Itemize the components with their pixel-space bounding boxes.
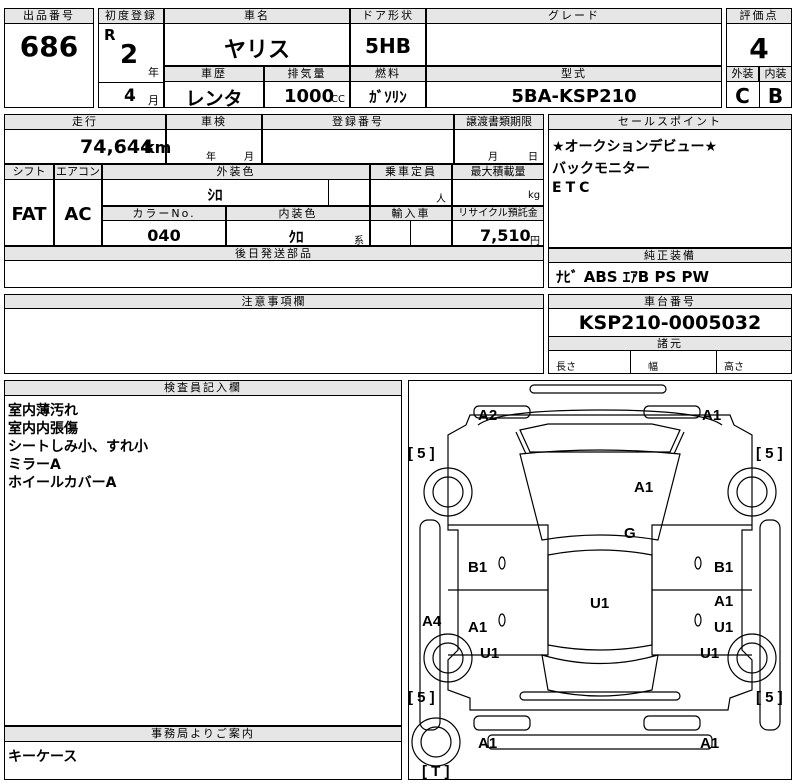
fuel-value: ｶﾞｿﾘﾝ xyxy=(369,88,407,106)
mark-a1-bottom-left: A1 xyxy=(478,735,497,752)
int-label: 内装 xyxy=(759,66,792,82)
spec-height: 高さ xyxy=(724,362,744,373)
mark-u1-center: U1 xyxy=(590,595,609,612)
later-parts-label: 後日発送部品 xyxy=(4,246,544,261)
era: R xyxy=(104,26,116,44)
ext-grade: C xyxy=(735,84,750,108)
mark-u1-right-door: U1 xyxy=(714,619,733,636)
inspector-label: 検査員記入欄 xyxy=(4,380,402,396)
recycle-label: リサイクル預託金 xyxy=(452,206,544,221)
mileage-label: 走行 xyxy=(4,114,166,130)
reg-year: 2 xyxy=(120,40,139,70)
spec-label: 諸元 xyxy=(548,336,792,351)
office-label: 事務局よりご案内 xyxy=(4,726,402,742)
mark-a1-right-door: A1 xyxy=(714,593,733,610)
door-label: ドア形状 xyxy=(350,8,426,24)
interior-color-label: 内装色 xyxy=(226,206,370,221)
mark-a1-front-right: A1 xyxy=(702,407,721,424)
capacity-label: 乗車定員 xyxy=(370,164,452,180)
car-diagram: A2 A1 [ 5 ] [ 5 ] A1 G B1 B1 U1 A1 A1 U1… xyxy=(408,384,783,780)
mark-a4: A4 xyxy=(422,613,442,630)
door-type: 5HB xyxy=(365,34,411,58)
mark-b1-left: B1 xyxy=(468,559,487,576)
load-unit: kg xyxy=(528,190,541,201)
spec-width: 幅 xyxy=(648,362,658,373)
recycle-unit: 円 xyxy=(530,236,540,247)
inspector-line-4: ミラーA xyxy=(8,457,61,473)
mark-a2: A2 xyxy=(478,407,497,424)
mark-5-bottom-right: [ 5 ] xyxy=(756,689,783,706)
transfer-label: 譲渡書類期限 xyxy=(454,114,544,130)
ext-label: 外装 xyxy=(726,66,759,82)
equipment-label: 純正装備 xyxy=(548,248,792,263)
mileage-value: 74,644 xyxy=(80,136,154,158)
lot-number: 686 xyxy=(19,30,79,63)
ac-value: AC xyxy=(64,204,92,225)
mark-b1-right: B1 xyxy=(714,559,733,576)
office-text: キーケース xyxy=(8,749,78,765)
displacement-value: 1000 xyxy=(284,86,335,107)
notes-label: 注意事項欄 xyxy=(4,294,544,309)
mark-5-bottom-left: [ 5 ] xyxy=(408,689,435,706)
mark-u1-right: U1 xyxy=(700,645,719,662)
shift-label: シフト xyxy=(4,164,54,180)
insp-month-unit: 月 xyxy=(244,152,254,163)
sales-point-3: ETC xyxy=(552,180,594,196)
mark-a1-bottom-right: A1 xyxy=(700,735,719,752)
spec-length: 長さ xyxy=(556,362,576,373)
inspection-label: 車検 xyxy=(166,114,262,130)
score-label: 評価点 xyxy=(726,8,792,24)
color-no-value: 040 xyxy=(147,226,181,245)
model-label: 型式 xyxy=(426,66,722,82)
insp-year-unit: 年 xyxy=(206,152,216,163)
mark-5-top-right: [ 5 ] xyxy=(756,445,783,462)
grade-label: グレード xyxy=(426,8,722,24)
tr-month-unit: 月 xyxy=(488,152,498,163)
inspector-line-1: 室内薄汚れ xyxy=(8,403,78,419)
sales-label: セールスポイント xyxy=(548,114,792,130)
inspector-line-2: 室内内張傷 xyxy=(8,421,78,437)
month-unit: 月 xyxy=(148,94,159,107)
reg-no-label: 登録番号 xyxy=(262,114,454,130)
fuel-label: 燃料 xyxy=(350,66,426,82)
mark-g-roof: G xyxy=(624,525,636,542)
color-label: 外装色 xyxy=(102,164,370,180)
chassis-label: 車台番号 xyxy=(548,294,792,309)
color-no-label: カラーNo. xyxy=(102,206,226,221)
ac-label: エアコン xyxy=(54,164,102,180)
first-reg-label: 初度登録 xyxy=(98,8,164,24)
shift-value: FAT xyxy=(11,204,47,225)
mark-u1-left: U1 xyxy=(480,645,499,662)
year-unit: 年 xyxy=(148,66,159,79)
car-name: ヤリス xyxy=(223,38,290,63)
sales-point-1: ★オークションデビュー★ xyxy=(552,139,718,155)
lot-label: 出品番号 xyxy=(4,8,94,24)
mark-a1-left-door: A1 xyxy=(468,619,487,636)
displacement-label: 排気量 xyxy=(264,66,350,82)
capacity-unit: 人 xyxy=(436,194,446,205)
color-value: ｼﾛ xyxy=(207,186,223,204)
int-grade: B xyxy=(767,84,784,108)
mark-a1-hood: A1 xyxy=(634,479,653,496)
model-value: 5BA-KSP210 xyxy=(511,86,637,107)
equipment-items: ﾅﾋﾞ ABS ｴｱB PS PW xyxy=(556,268,710,286)
recycle-value: 7,510 xyxy=(480,226,531,245)
inspector-line-5: ホイールカバーA xyxy=(8,475,117,491)
mark-5-top-left: [ 5 ] xyxy=(408,445,435,462)
cc-unit: CC xyxy=(331,94,345,105)
chassis-number: KSP210-0005032 xyxy=(578,312,762,334)
load-label: 最大積載量 xyxy=(452,164,544,180)
inspector-line-3: シートしみ小、すれ小 xyxy=(8,439,148,455)
reg-month: 4 xyxy=(124,86,136,106)
interior-color-unit: 系 xyxy=(354,236,364,247)
score-value: 4 xyxy=(749,32,769,65)
sales-point-2: バックモニター xyxy=(552,161,650,177)
history-value: レンタ xyxy=(185,88,243,110)
tr-day-unit: 日 xyxy=(528,152,538,163)
history-label: 車歴 xyxy=(164,66,264,82)
name-label: 車名 xyxy=(164,8,350,24)
mark-t: [ T ] xyxy=(422,763,450,780)
import-label: 輸入車 xyxy=(370,206,452,221)
interior-color-value: ｸﾛ xyxy=(288,228,304,246)
